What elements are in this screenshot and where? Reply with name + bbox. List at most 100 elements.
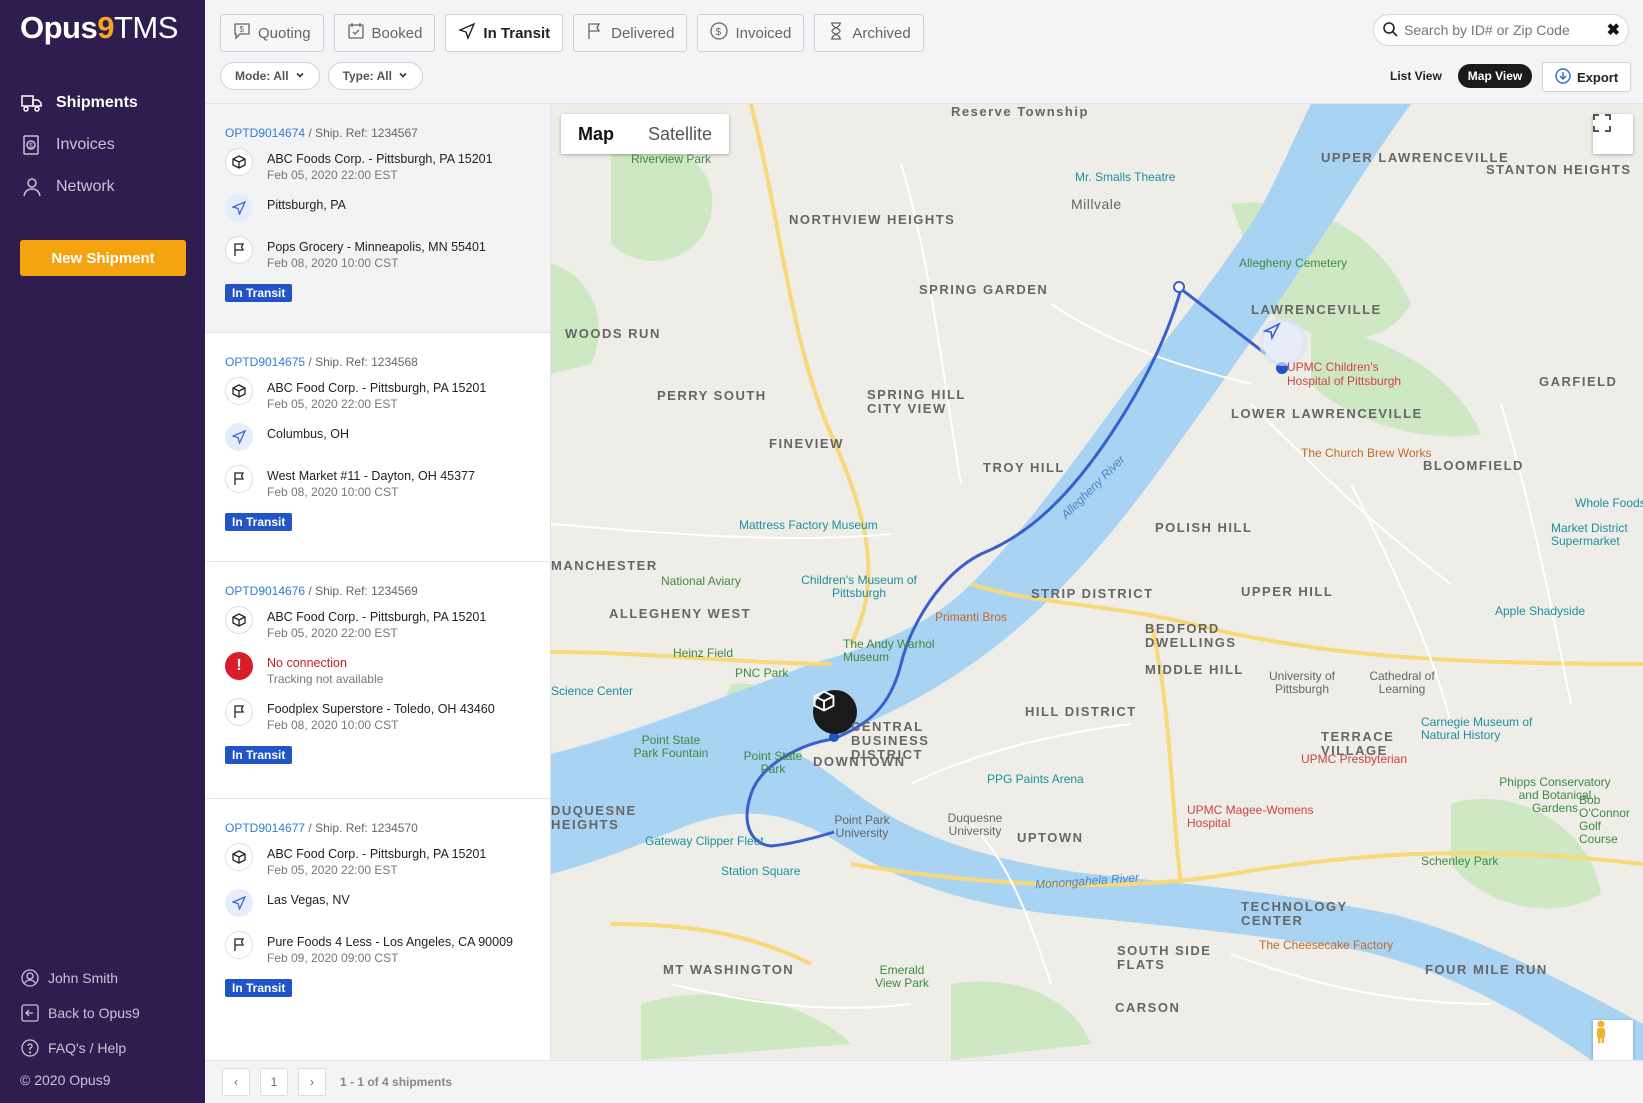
truck-icon: [20, 91, 44, 115]
status-badge: In Transit: [225, 284, 293, 302]
type-filter[interactable]: Type: All: [327, 62, 423, 90]
map-poi[interactable]: Cathedral of Learning: [1367, 670, 1437, 696]
map-poi[interactable]: Mattress Factory Museum: [739, 518, 878, 532]
map-poi[interactable]: Schenley Park: [1421, 854, 1498, 868]
map-poi[interactable]: PNC Park: [735, 666, 788, 680]
nav-item-shipments[interactable]: Shipments: [20, 82, 138, 124]
tab-quoting[interactable]: $ Quoting: [220, 14, 324, 52]
shipment-id-link[interactable]: OPTD9014676: [225, 584, 305, 598]
map-poi[interactable]: National Aviary: [661, 574, 741, 588]
sidebar-footer: John Smith Back to Opus9 FAQ's / Help © …: [20, 960, 140, 1095]
map-poi[interactable]: Station Square: [721, 864, 800, 878]
map-poi[interactable]: Apple Shadyside: [1495, 604, 1585, 618]
map-poi[interactable]: Whole Foods: [1575, 496, 1643, 510]
map-poi[interactable]: The Cheesecake Factory: [1259, 938, 1393, 952]
new-shipment-button[interactable]: New Shipment: [20, 240, 186, 276]
map-poi[interactable]: UPMC Presbyterian: [1301, 752, 1407, 766]
shipment-card[interactable]: OPTD9014676 / Ship. Ref: 1234569 ABC Foo…: [205, 562, 550, 799]
copyright: © 2020 Opus9: [20, 1072, 111, 1088]
status-badge: In Transit: [225, 513, 293, 531]
map-poi[interactable]: Heinz Field: [673, 646, 733, 660]
shipment-id-link[interactable]: OPTD9014674: [225, 126, 305, 140]
tab-archived[interactable]: Archived: [814, 14, 924, 52]
user-profile-link[interactable]: John Smith: [20, 960, 140, 995]
shipment-card[interactable]: OPTD9014677 / Ship. Ref: 1234570 ABC Foo…: [205, 799, 550, 1028]
shipment-id-link[interactable]: OPTD9014677: [225, 821, 305, 835]
map-poi[interactable]: UPMC Magee-Womens Hospital: [1187, 804, 1337, 830]
street-view-pegman-icon[interactable]: [1593, 1020, 1633, 1060]
map-poi[interactable]: Bob O'Connor Golf Course: [1579, 794, 1643, 846]
export-button[interactable]: Export: [1542, 62, 1632, 92]
map-poi[interactable]: Point Park University: [827, 814, 897, 840]
origin-stop: ABC Food Corp. - Pittsburgh, PA 15201 Feb…: [225, 606, 530, 640]
map-area-label: BLOOMFIELD: [1423, 458, 1524, 473]
back-icon: [20, 1003, 40, 1023]
map-poi[interactable]: Allegheny Cemetery: [1239, 256, 1347, 270]
shipment-card[interactable]: OPTD9014675 / Ship. Ref: 1234568 ABC Foo…: [205, 333, 550, 562]
map-poi[interactable]: The Andy Warhol Museum: [843, 638, 943, 664]
mode-filter[interactable]: Mode: All: [220, 62, 320, 90]
map-area-label: BEDFORD DWELLINGS: [1145, 621, 1237, 650]
map-view[interactable]: Map Satellite Reserve Township UPPER LAW…: [551, 104, 1643, 1060]
destination-address: Pops Grocery - Minneapolis, MN 55401: [267, 240, 486, 254]
nav-item-invoices[interactable]: $ Invoices: [20, 124, 138, 166]
chevron-left-icon: ‹: [234, 1075, 238, 1089]
search-input[interactable]: [1404, 22, 1607, 38]
current-location: Pittsburgh, PA: [267, 198, 346, 212]
next-page-button[interactable]: ›: [298, 1068, 326, 1096]
origin-stop: ABC Food Corp. - Pittsburgh, PA 15201 Feb…: [225, 843, 530, 877]
nav-item-network[interactable]: Network: [20, 166, 138, 208]
tab-in-transit[interactable]: In Transit: [445, 14, 564, 52]
tab-delivered[interactable]: Delivered: [573, 14, 688, 52]
shipment-id-link[interactable]: OPTD9014675: [225, 355, 305, 369]
map-area-label: WOODS RUN: [565, 326, 661, 341]
user-name: John Smith: [48, 969, 119, 986]
map-poi[interactable]: PPG Paints Arena: [987, 772, 1084, 786]
ship-ref: / Ship. Ref: 1234568: [308, 355, 418, 369]
map-poi[interactable]: Science Center: [551, 684, 633, 698]
map-view-button[interactable]: Map View: [1457, 64, 1533, 88]
origin-stop: ABC Food Corp. - Pittsburgh, PA 15201 Feb…: [225, 377, 530, 411]
shipment-card[interactable]: OPTD9014674 / Ship. Ref: 1234567 ABC Foo…: [205, 104, 550, 333]
map-poi[interactable]: UPMC Children's Hospital of Pittsburgh: [1287, 360, 1407, 388]
map-poi[interactable]: Primanti Bros: [935, 610, 1007, 624]
map-type-satellite[interactable]: Satellite: [631, 114, 729, 154]
origin-time: Feb 05, 2020 22:00 EST: [267, 626, 398, 640]
map-poi[interactable]: Riverview Park: [631, 152, 711, 166]
tab-label: In Transit: [483, 24, 551, 42]
map-poi[interactable]: Carnegie Museum of Natural History: [1421, 716, 1541, 742]
status-badge: In Transit: [225, 979, 293, 997]
map-type-map[interactable]: Map: [561, 114, 631, 154]
map-poi[interactable]: Emerald View Park: [867, 964, 937, 990]
map-poi[interactable]: Market District Supermarket: [1551, 522, 1643, 548]
map-area-label: UPPER LAWRENCEVILLE: [1321, 150, 1510, 165]
tab-invoiced[interactable]: $ Invoiced: [697, 14, 805, 52]
status-tabs: $ Quoting Booked In Transit Delivered $ …: [220, 14, 924, 52]
map-area-label: GARFIELD: [1539, 374, 1618, 389]
map-poi[interactable]: Mr. Smalls Theatre: [1075, 170, 1175, 184]
destination-stop: Pops Grocery - Minneapolis, MN 55401 Feb …: [225, 236, 530, 270]
map-poi[interactable]: Duquesne University: [935, 812, 1015, 838]
tab-booked[interactable]: Booked: [333, 14, 436, 52]
navigation-icon: [225, 423, 253, 451]
tab-label: Archived: [852, 24, 911, 42]
app-logo[interactable]: Opus9TMS: [20, 10, 178, 46]
map-poi[interactable]: The Church Brew Works: [1301, 446, 1431, 460]
package-icon: [225, 148, 253, 176]
map-poi[interactable]: University of Pittsburgh: [1257, 670, 1347, 696]
current-position-marker[interactable]: [1263, 322, 1303, 362]
clear-search-icon[interactable]: ✖: [1607, 20, 1620, 40]
list-view-button[interactable]: List View: [1380, 64, 1452, 88]
back-to-opus9-link[interactable]: Back to Opus9: [20, 995, 140, 1030]
page-number[interactable]: 1: [260, 1068, 288, 1096]
map-poi[interactable]: Point State Park Fountain: [631, 734, 711, 760]
map-poi[interactable]: Children's Museum of Pittsburgh: [799, 574, 919, 600]
prev-page-button[interactable]: ‹: [222, 1068, 250, 1096]
tab-label: Booked: [371, 24, 423, 42]
route-waypoint: [1173, 281, 1185, 293]
current-stop: Columbus, OH: [225, 423, 530, 453]
help-link[interactable]: FAQ's / Help: [20, 1030, 140, 1065]
map-poi[interactable]: Point State Park: [743, 750, 803, 776]
map-poi[interactable]: Gateway Clipper Fleet: [645, 834, 764, 848]
fullscreen-icon[interactable]: [1593, 114, 1633, 154]
